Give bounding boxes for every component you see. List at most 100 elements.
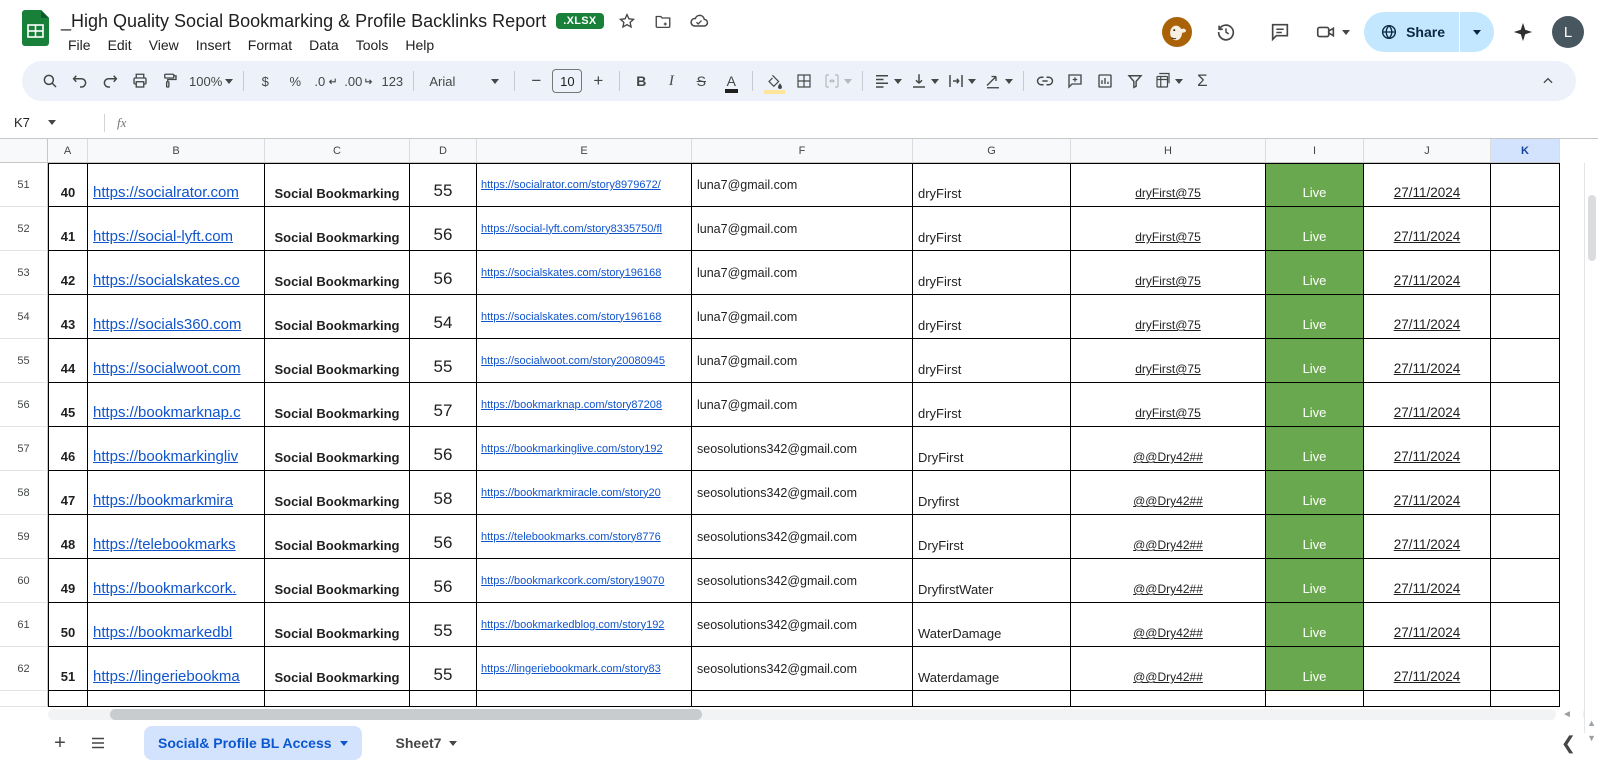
column-header-B[interactable]: B	[88, 139, 265, 163]
cell-D62[interactable]: 55	[410, 647, 477, 691]
row-header-61[interactable]: 61	[0, 603, 48, 647]
increase-decimal-button[interactable]: .00	[341, 67, 376, 95]
cell-empty[interactable]	[692, 691, 913, 707]
column-header-J[interactable]: J	[1364, 139, 1491, 163]
extension-avatar-icon[interactable]	[1162, 17, 1192, 47]
cell-hyperlink[interactable]: https://bookmarkingliv	[93, 448, 238, 465]
vertical-scrollbar[interactable]: ▲▼	[1584, 163, 1598, 733]
italic-button[interactable]: I	[657, 67, 685, 95]
cell-C62[interactable]: Social Bookmarking	[265, 647, 410, 691]
status-badge-live-56[interactable]: Live	[1266, 383, 1364, 427]
menu-tools[interactable]: Tools	[349, 35, 396, 55]
tab-sheet7[interactable]: Sheet7	[382, 726, 472, 760]
horizontal-scrollbar-thumb[interactable]	[110, 709, 702, 720]
menu-insert[interactable]: Insert	[189, 35, 238, 55]
cell-hyperlink[interactable]: https://telebookmarks.com/story8776	[481, 531, 661, 543]
cell-K59[interactable]	[1491, 515, 1560, 559]
status-badge-live-61[interactable]: Live	[1266, 603, 1364, 647]
cell-hyperlink[interactable]: https://bookmarkinglive.com/story192	[481, 443, 663, 455]
cell-A54[interactable]: 43	[48, 295, 88, 339]
cell-hyperlink[interactable]: https://bookmarknap.com/story87208	[481, 399, 662, 411]
cell-empty[interactable]	[48, 691, 88, 707]
cell-D53[interactable]: 56	[410, 251, 477, 295]
cell-D61[interactable]: 55	[410, 603, 477, 647]
row-header-55[interactable]: 55	[0, 339, 48, 383]
cell-G52[interactable]: dryFirst	[913, 207, 1071, 251]
borders-icon[interactable]	[790, 67, 818, 95]
cell-G57[interactable]: DryFirst	[913, 427, 1071, 471]
collapse-toolbar-icon[interactable]	[1534, 67, 1562, 95]
cell-E54[interactable]: https://socialskates.com/story196168	[477, 295, 692, 339]
cell-hyperlink[interactable]: https://bookmarkedbl	[93, 624, 232, 641]
cell-K53[interactable]	[1491, 251, 1560, 295]
cell-H52[interactable]: dryFirst@75	[1071, 207, 1266, 251]
more-formats-button[interactable]: 123	[378, 67, 406, 95]
cell-H58[interactable]: @@Dry42##	[1071, 471, 1266, 515]
cell-hyperlink[interactable]: https://bookmarkmiracle.com/story20	[481, 487, 661, 499]
insert-comment-icon[interactable]	[1061, 67, 1089, 95]
meet-call-button[interactable]	[1314, 21, 1350, 43]
column-header-K[interactable]: K	[1491, 139, 1560, 163]
cell-K54[interactable]	[1491, 295, 1560, 339]
column-header-D[interactable]: D	[410, 139, 477, 163]
status-badge-live-60[interactable]: Live	[1266, 559, 1364, 603]
cell-J62[interactable]: 27/11/2024	[1364, 647, 1491, 691]
cell-J53[interactable]: 27/11/2024	[1364, 251, 1491, 295]
cell-G55[interactable]: dryFirst	[913, 339, 1071, 383]
functions-button[interactable]: Σ	[1188, 67, 1216, 95]
status-badge-live-53[interactable]: Live	[1266, 251, 1364, 295]
star-icon[interactable]	[614, 8, 640, 34]
cell-C58[interactable]: Social Bookmarking	[265, 471, 410, 515]
cell-F60[interactable]: seosolutions342@gmail.com	[692, 559, 913, 603]
cell-D58[interactable]: 58	[410, 471, 477, 515]
cell-K55[interactable]	[1491, 339, 1560, 383]
cell-C60[interactable]: Social Bookmarking	[265, 559, 410, 603]
cell-J55[interactable]: 27/11/2024	[1364, 339, 1491, 383]
cell-K60[interactable]	[1491, 559, 1560, 603]
cell-F52[interactable]: luna7@gmail.com	[692, 207, 913, 251]
status-badge-live-58[interactable]: Live	[1266, 471, 1364, 515]
gemini-sparkle-icon[interactable]	[1508, 12, 1538, 52]
cell-hyperlink[interactable]: https://socialskates.com/story196168	[481, 311, 661, 323]
cell-hyperlink[interactable]: https://social-lyft.com	[93, 228, 233, 245]
zoom-select[interactable]: 100%	[186, 67, 236, 95]
column-header-G[interactable]: G	[913, 139, 1071, 163]
select-all-corner[interactable]	[0, 139, 48, 163]
cell-F62[interactable]: seosolutions342@gmail.com	[692, 647, 913, 691]
cell-hyperlink[interactable]: https://bookmarkedblog.com/story192	[481, 619, 664, 631]
cell-H54[interactable]: dryFirst@75	[1071, 295, 1266, 339]
cell-E52[interactable]: https://social-lyft.com/story8335750/fl	[477, 207, 692, 251]
status-badge-live-51[interactable]: Live	[1266, 163, 1364, 207]
insert-chart-icon[interactable]	[1091, 67, 1119, 95]
formula-input[interactable]	[126, 107, 1598, 138]
cell-J60[interactable]: 27/11/2024	[1364, 559, 1491, 603]
cloud-saved-icon[interactable]	[686, 8, 712, 34]
comments-icon[interactable]	[1260, 12, 1300, 52]
cell-F59[interactable]: seosolutions342@gmail.com	[692, 515, 913, 559]
bold-button[interactable]: B	[627, 67, 655, 95]
cell-A62[interactable]: 51	[48, 647, 88, 691]
cell-F53[interactable]: luna7@gmail.com	[692, 251, 913, 295]
horizontal-align-icon[interactable]	[870, 67, 905, 95]
cell-B52[interactable]: https://social-lyft.com	[88, 207, 265, 251]
cell-hyperlink[interactable]: https://social-lyft.com/story8335750/fl	[481, 223, 662, 235]
cell-C61[interactable]: Social Bookmarking	[265, 603, 410, 647]
status-badge-live-55[interactable]: Live	[1266, 339, 1364, 383]
column-header-C[interactable]: C	[265, 139, 410, 163]
cell-G58[interactable]: Dryfirst	[913, 471, 1071, 515]
row-header-60[interactable]: 60	[0, 559, 48, 603]
cell-E61[interactable]: https://bookmarkedblog.com/story192	[477, 603, 692, 647]
cell-A56[interactable]: 45	[48, 383, 88, 427]
cell-E58[interactable]: https://bookmarkmiracle.com/story20	[477, 471, 692, 515]
cell-G56[interactable]: dryFirst	[913, 383, 1071, 427]
insert-link-icon[interactable]	[1031, 67, 1059, 95]
decrease-decimal-button[interactable]: .0	[311, 67, 339, 95]
cell-D52[interactable]: 56	[410, 207, 477, 251]
font-size-input[interactable]: 10	[552, 69, 582, 93]
row-header-51[interactable]: 51	[0, 163, 48, 207]
cell-F51[interactable]: luna7@gmail.com	[692, 163, 913, 207]
cell-H61[interactable]: @@Dry42##	[1071, 603, 1266, 647]
menu-help[interactable]: Help	[398, 35, 441, 55]
cell-A61[interactable]: 50	[48, 603, 88, 647]
format-currency-button[interactable]: $	[251, 67, 279, 95]
